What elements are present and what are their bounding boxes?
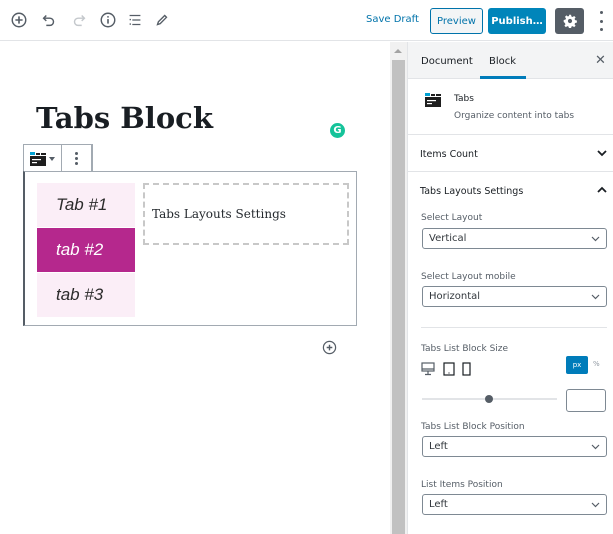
block-card-title: Tabs	[454, 94, 474, 104]
panel-layouts-settings-title: Tabs Layouts Settings	[420, 186, 524, 197]
block-size-slider-thumb[interactable]	[485, 395, 493, 403]
undo-icon[interactable]	[39, 10, 59, 30]
select-layout-mobile-dropdown[interactable]: Horizontal	[422, 286, 607, 307]
tab-item-3[interactable]: tab #3	[37, 273, 135, 317]
items-position-dropdown[interactable]: Left	[422, 494, 607, 515]
items-position-label: List Items Position	[421, 480, 503, 490]
add-block-icon[interactable]	[9, 10, 29, 30]
chevron-down-icon	[591, 444, 600, 450]
block-position-label: Tabs List Block Position	[421, 422, 525, 432]
tab-item-1[interactable]: Tab #1	[37, 183, 135, 227]
more-vertical-icon[interactable]	[598, 11, 604, 31]
unit-percent-button[interactable]: %	[593, 360, 600, 368]
add-block-inline-icon[interactable]	[322, 340, 337, 355]
redo-icon[interactable]	[69, 10, 89, 30]
editor-canvas: Tabs Block G Tab #1 tab #2 tab #3 Tabs L…	[0, 42, 390, 534]
tab-document[interactable]: Document	[421, 56, 473, 67]
publish-button[interactable]: Publish…	[488, 8, 546, 34]
chevron-down-icon	[597, 150, 607, 157]
outline-icon[interactable]	[125, 10, 145, 30]
block-size-number-input[interactable]	[566, 389, 606, 412]
mobile-icon[interactable]	[462, 362, 471, 376]
chevron-down-icon	[49, 156, 55, 161]
select-layout-label: Select Layout	[421, 213, 483, 223]
close-icon[interactable]: ✕	[595, 53, 606, 68]
panel-layouts-settings-header[interactable]: Tabs Layouts Settings	[408, 173, 613, 209]
unit-px-button[interactable]: px	[566, 356, 588, 374]
block-toolbar	[23, 144, 93, 172]
select-layout-dropdown[interactable]: Vertical	[422, 228, 607, 249]
select-layout-mobile-value: Horizontal	[429, 291, 481, 302]
block-position-dropdown[interactable]: Left	[422, 436, 607, 457]
chevron-down-icon	[591, 502, 600, 508]
edit-tools-icon[interactable]	[152, 10, 172, 30]
block-card: Tabs Organize content into tabs	[408, 80, 613, 135]
tab-block[interactable]: Block	[489, 56, 516, 67]
tablet-icon[interactable]	[443, 362, 455, 376]
divider	[421, 327, 607, 328]
editor-scrollbar[interactable]	[390, 42, 407, 534]
desktop-icon[interactable]	[421, 362, 435, 376]
block-card-description: Organize content into tabs	[454, 111, 575, 121]
select-layout-value: Vertical	[429, 233, 467, 244]
select-layout-mobile-label: Select Layout mobile	[421, 272, 516, 282]
tab-content-area[interactable]: Tabs Layouts Settings	[143, 183, 349, 245]
scroll-up-arrow-icon[interactable]	[394, 49, 402, 53]
panel-items-count-title: Items Count	[420, 149, 478, 160]
chevron-down-icon	[591, 236, 600, 242]
block-more-options-button[interactable]	[62, 145, 92, 172]
active-tab-indicator	[480, 76, 526, 79]
scrollbar-thumb[interactable]	[392, 60, 405, 534]
tab-item-2[interactable]: tab #2	[37, 228, 135, 272]
tabs-block-icon	[30, 151, 46, 166]
gear-icon	[563, 14, 577, 28]
settings-button[interactable]	[555, 8, 584, 34]
chevron-down-icon	[591, 294, 600, 300]
sidebar-tabs: Document Block ✕	[408, 42, 613, 79]
settings-sidebar: Document Block ✕ Tabs Organize content i…	[407, 42, 613, 534]
post-title[interactable]: Tabs Block	[36, 101, 213, 135]
block-position-value: Left	[429, 441, 448, 452]
chevron-up-icon	[597, 186, 607, 193]
info-icon[interactable]	[98, 10, 118, 30]
panel-items-count[interactable]: Items Count	[408, 136, 613, 172]
items-position-value: Left	[429, 499, 448, 510]
tabs-block[interactable]: Tab #1 tab #2 tab #3 Tabs Layouts Settin…	[23, 171, 357, 326]
tabs-block-icon	[425, 93, 441, 107]
grammarly-icon[interactable]: G	[330, 123, 345, 138]
block-switcher-button[interactable]	[24, 145, 62, 172]
preview-button[interactable]: Preview	[430, 8, 483, 34]
save-draft-link[interactable]: Save Draft	[366, 14, 419, 25]
editor-top-toolbar: Save Draft Preview Publish…	[0, 0, 613, 41]
block-size-label: Tabs List Block Size	[421, 344, 509, 354]
